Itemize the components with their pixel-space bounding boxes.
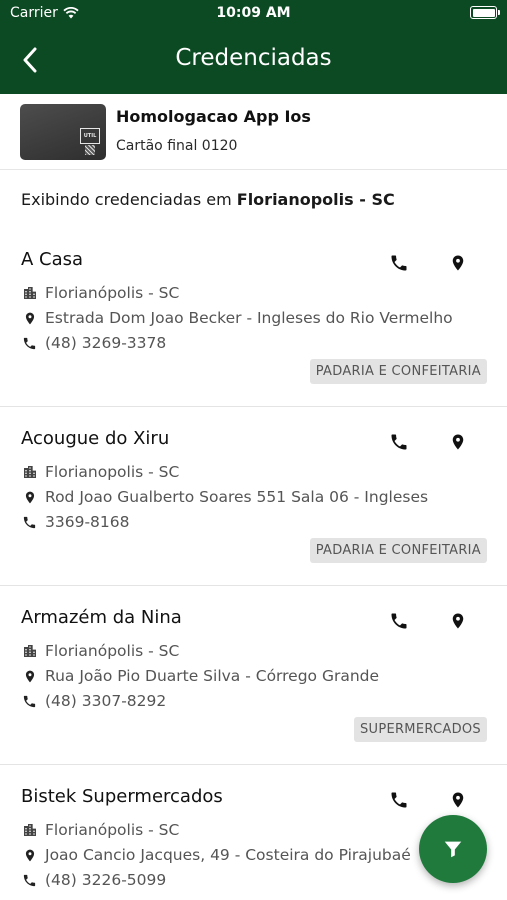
merchant-city-row: Florianópolis - SC: [21, 642, 179, 660]
merchant-address-row: Rod Joao Gualberto Soares 551 Sala 06 - …: [21, 488, 428, 506]
card-logo: UTIL: [80, 128, 100, 144]
merchant-list-item[interactable]: A Casa Florianópolis - SC Estrada Dom Jo…: [0, 228, 507, 407]
status-bar: Carrier 10:09 AM: [0, 0, 507, 26]
battery-icon: [470, 6, 500, 19]
merchant-address: Rua João Pio Duarte Silva - Córrego Gran…: [45, 667, 380, 685]
merchant-address: Joao Cancio Jacques, 49 - Costeira do Pi…: [45, 846, 411, 864]
map-button[interactable]: [443, 606, 473, 636]
merchant-list-item[interactable]: Acougue do Xiru Florianopolis - SC Rod J…: [0, 407, 507, 586]
map-pin-icon: [452, 613, 464, 629]
location-value: Florianopolis - SC: [236, 190, 395, 209]
map-pin-icon: [21, 310, 38, 327]
map-button[interactable]: [443, 785, 473, 815]
merchant-phone-row: 3369-8168: [21, 513, 130, 531]
merchant-phone-row: (48) 3269-3378: [21, 334, 166, 352]
merchant-name: Armazém da Nina: [21, 607, 182, 628]
card-summary: UTIL Homologacao App Ios Cartão final 01…: [0, 94, 507, 170]
merchant-address-row: Joao Cancio Jacques, 49 - Costeira do Pi…: [21, 846, 411, 864]
category-tag: PADARIA E CONFEITARIA: [309, 538, 487, 563]
merchant-phone: (48) 3307-8292: [45, 692, 167, 710]
merchant-city: Florianópolis - SC: [45, 284, 180, 302]
city-buildings-icon: [21, 285, 38, 302]
call-button[interactable]: [384, 248, 414, 278]
merchant-name: A Casa: [21, 249, 84, 270]
nav-bar: Credenciadas: [0, 26, 507, 94]
merchant-phone: (48) 3226-5099: [45, 871, 167, 889]
merchant-city-row: Florianopolis - SC: [21, 463, 179, 481]
phone-icon: [21, 872, 38, 889]
merchant-phone: 3369-8168: [45, 513, 130, 531]
merchant-city-row: Florianópolis - SC: [21, 284, 179, 302]
phone-icon: [21, 514, 38, 531]
map-pin-icon: [452, 792, 464, 808]
card-holder-name: Homologacao App Ios: [116, 107, 311, 126]
merchant-city: Florianópolis - SC: [45, 642, 180, 660]
phone-icon: [391, 255, 407, 271]
filter-icon: [444, 841, 462, 858]
merchant-address: Estrada Dom Joao Becker - Ingleses do Ri…: [45, 309, 453, 327]
map-button[interactable]: [443, 427, 473, 457]
merchant-address-row: Rua João Pio Duarte Silva - Córrego Gran…: [21, 667, 379, 685]
merchant-city: Florianopolis - SC: [45, 463, 180, 481]
phone-icon: [21, 335, 38, 352]
phone-icon: [391, 792, 407, 808]
city-buildings-icon: [21, 643, 38, 660]
map-pin-icon: [21, 668, 38, 685]
merchant-city: Florianópolis - SC: [45, 821, 180, 839]
merchant-list-item[interactable]: Armazém da Nina Florianópolis - SC Rua J…: [0, 586, 507, 765]
merchant-list: A Casa Florianópolis - SC Estrada Dom Jo…: [0, 228, 507, 900]
card-qr-code: [85, 145, 95, 155]
phone-icon: [391, 434, 407, 450]
call-button[interactable]: [384, 785, 414, 815]
card-image: UTIL: [20, 104, 106, 160]
merchant-city-row: Florianópolis - SC: [21, 821, 179, 839]
map-button[interactable]: [443, 248, 473, 278]
filter-button[interactable]: [419, 815, 487, 883]
location-summary: Exibindo credenciadas em Florianopolis -…: [21, 190, 395, 209]
phone-icon: [21, 693, 38, 710]
map-pin-icon: [452, 255, 464, 271]
category-tag: SUPERMERCADOS: [353, 717, 487, 742]
merchant-phone: (48) 3269-3378: [45, 334, 167, 352]
city-buildings-icon: [21, 464, 38, 481]
merchant-phone-row: (48) 3226-5099: [21, 871, 166, 889]
map-pin-icon: [452, 434, 464, 450]
category-tag: PADARIA E CONFEITARIA: [309, 359, 487, 384]
merchant-phone-row: (48) 3307-8292: [21, 692, 166, 710]
call-button[interactable]: [384, 427, 414, 457]
merchant-name: Bistek Supermercados: [21, 786, 223, 807]
page-title: Credenciadas: [175, 45, 332, 71]
merchant-address-row: Estrada Dom Joao Becker - Ingleses do Ri…: [21, 309, 453, 327]
map-pin-icon: [21, 489, 38, 506]
clock: 10:09 AM: [216, 5, 291, 21]
card-number-label: Cartão final 0120: [116, 138, 238, 154]
city-buildings-icon: [21, 822, 38, 839]
location-prefix: Exibindo credenciadas em: [21, 190, 232, 209]
phone-icon: [391, 613, 407, 629]
merchant-address: Rod Joao Gualberto Soares 551 Sala 06 - …: [45, 488, 429, 506]
call-button[interactable]: [384, 606, 414, 636]
merchant-name: Acougue do Xiru: [21, 428, 170, 449]
map-pin-icon: [21, 847, 38, 864]
